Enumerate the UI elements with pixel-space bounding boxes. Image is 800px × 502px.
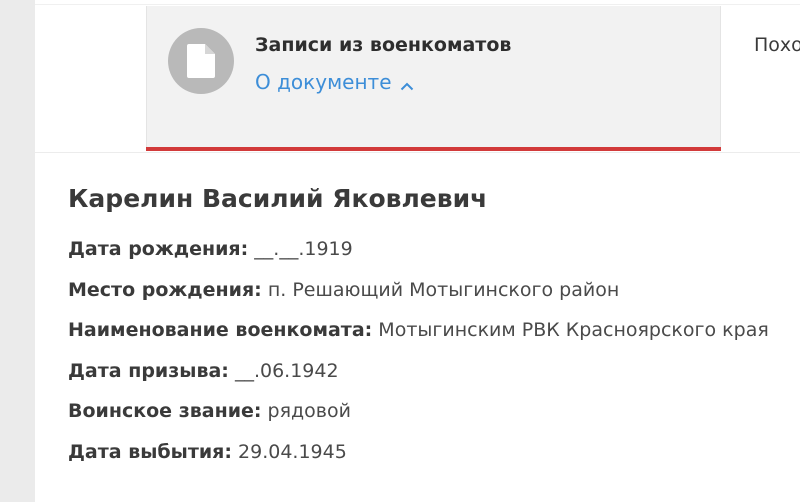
field-value: __.06.1942 <box>234 359 339 382</box>
record-fields: Дата рождения: __.__.1919 Место рождения… <box>68 238 769 481</box>
divider <box>35 4 800 5</box>
field-value: п. Решающий Мотыгинского район <box>267 278 620 301</box>
field-label: Место рождения: <box>68 278 262 301</box>
tab-military-records[interactable]: Записи из военкоматов О документе <box>146 6 721 151</box>
field-birth-date: Дата рождения: __.__.1919 <box>68 238 769 279</box>
document-tabs-bar: Записи из военкоматов О документе Похо <box>35 0 800 153</box>
document-tab-title: Записи из военкоматов <box>255 34 512 56</box>
document-icon <box>168 28 234 94</box>
field-birth-place: Место рождения: п. Решающий Мотыгинского… <box>68 279 769 320</box>
about-document-label: О документе <box>255 70 392 94</box>
person-name: Карелин Василий Яковлевич <box>68 184 488 213</box>
field-value: 29.04.1945 <box>238 440 347 463</box>
field-departure-date: Дата выбытия: 29.04.1945 <box>68 441 769 482</box>
about-document-link[interactable]: О документе <box>255 70 414 96</box>
field-value: Мотыгинским РВК Красноярского края <box>378 319 769 341</box>
field-label: Дата выбытия: <box>68 440 232 463</box>
chevron-up-icon <box>400 72 414 96</box>
field-rank: Воинское звание: рядовой <box>68 400 769 441</box>
active-tab-indicator <box>146 147 721 151</box>
field-label: Воинское звание: <box>68 400 262 422</box>
field-military-office: Наименование военкомата: Мотыгинским РВК… <box>68 319 769 360</box>
tab-burial[interactable]: Похо <box>754 34 800 56</box>
field-value: рядовой <box>267 400 351 422</box>
field-conscription-date: Дата призыва: __.06.1942 <box>68 360 769 401</box>
field-label: Дата рождения: <box>68 238 249 260</box>
field-value: __.__.1919 <box>254 238 353 260</box>
record-page: Записи из военкоматов О документе Похо К… <box>35 0 800 502</box>
field-label: Наименование военкомата: <box>68 319 373 341</box>
field-label: Дата призыва: <box>68 359 229 382</box>
